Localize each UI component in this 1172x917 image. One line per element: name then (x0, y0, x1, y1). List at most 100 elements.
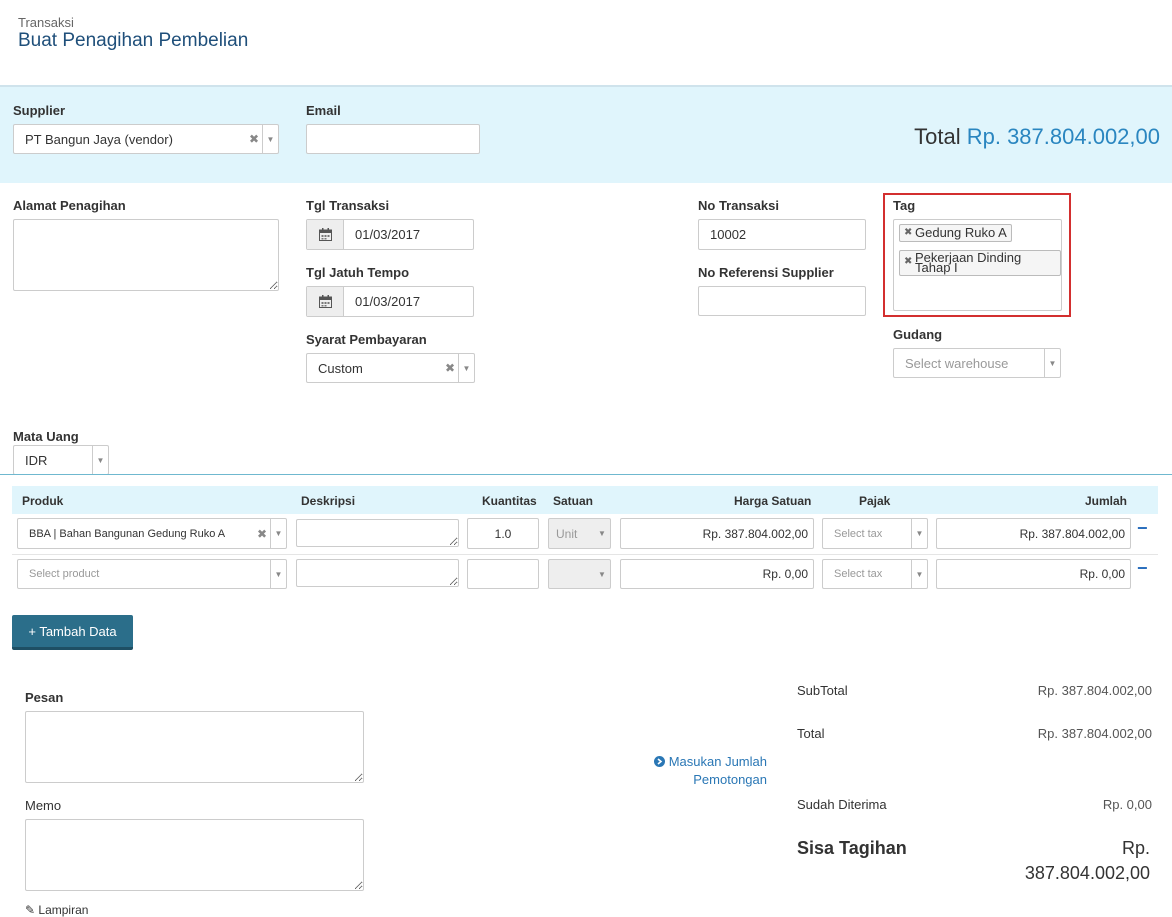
product-placeholder: Select product (29, 568, 100, 580)
chevron-down-icon[interactable]: ▼ (911, 519, 927, 548)
syarat-select[interactable]: Custom ✖ ▼ (306, 353, 475, 383)
calendar-icon[interactable] (307, 220, 344, 249)
breadcrumb: Transaksi (18, 15, 74, 30)
harga-field[interactable]: Rp. 0,00 (620, 559, 814, 589)
total-display: Total Rp. 387.804.002,00 (914, 124, 1160, 150)
tgl-transaksi-label: Tgl Transaksi (306, 198, 390, 213)
sisa-value-currency: Rp. (1121, 838, 1150, 858)
pemotongan-line2: Pemotongan (693, 772, 767, 787)
page-title: Buat Penagihan Pembelian (18, 30, 249, 51)
email-field[interactable] (306, 124, 480, 154)
email-label: Email (306, 103, 341, 118)
pemotongan-link[interactable]: Masukan Jumlah Pemotongan (654, 753, 767, 789)
col-pajak: Pajak (859, 494, 891, 508)
pajak-placeholder: Select tax (834, 527, 883, 540)
harga-field[interactable]: Rp. 387.804.002,00 (620, 518, 814, 549)
col-produk: Produk (22, 494, 64, 508)
alamat-textarea[interactable] (13, 219, 279, 291)
remove-row-button[interactable]: − (1137, 558, 1148, 579)
paperclip-icon: ✎ (25, 903, 36, 917)
summary-total-label: Total (797, 726, 825, 741)
supplier-label: Supplier (13, 103, 66, 118)
tgl-transaksi-value: 01/03/2017 (355, 227, 421, 242)
chevron-down-icon[interactable]: ▼ (262, 125, 278, 153)
sisa-tagihan-label: Sisa Tagihan (797, 838, 907, 858)
sudah-diterima-label: Sudah Diterima (797, 797, 887, 812)
kuantitas-field[interactable]: 1.0 (467, 518, 539, 549)
mata-uang-value: IDR (25, 452, 48, 468)
pemotongan-line1: Masukan Jumlah (668, 754, 767, 769)
no-transaksi-label: No Transaksi (698, 198, 779, 213)
chevron-down-icon[interactable]: ▼ (1044, 349, 1060, 377)
lampiran-link[interactable]: ✎ Lampiran (25, 903, 88, 917)
supplier-value: PT Bangun Jaya (vendor) (25, 131, 173, 147)
jumlah-field[interactable]: Rp. 387.804.002,00 (936, 518, 1131, 549)
mata-uang-label: Mata Uang (13, 429, 79, 444)
deskripsi-textarea[interactable] (296, 559, 459, 587)
pajak-placeholder: Select tax (834, 568, 883, 580)
clear-icon[interactable]: ✖ (254, 527, 270, 541)
satuan-select[interactable]: ▼ (548, 559, 611, 589)
no-referensi-label: No Referensi Supplier (698, 265, 834, 280)
remove-row-button[interactable]: − (1137, 518, 1148, 539)
product-select[interactable]: Select product ▼ (17, 559, 287, 589)
tag-chip-label: Gedung Ruko A (915, 225, 1007, 240)
sisa-tagihan-value: Rp. 387.804.002,00 (1025, 836, 1150, 886)
tag-label: Tag (893, 198, 916, 213)
chevron-down-icon[interactable]: ▼ (92, 446, 108, 474)
jumlah-field[interactable]: Rp. 0,00 (936, 559, 1131, 589)
gudang-placeholder: Select warehouse (905, 355, 1009, 371)
tag-chip[interactable]: ✖ Pekerjaan Dinding Tahap I (899, 250, 1061, 276)
summary-total-value: Rp. 387.804.002,00 (1037, 726, 1152, 741)
col-jumlah: Jumlah (1085, 494, 1128, 508)
pesan-textarea[interactable] (25, 711, 364, 783)
col-deskripsi: Deskripsi (301, 494, 356, 508)
remove-tag-icon[interactable]: ✖ (904, 227, 912, 239)
alamat-label: Alamat Penagihan (13, 198, 126, 213)
pesan-label: Pesan (25, 690, 64, 705)
chevron-down-icon[interactable]: ▼ (594, 519, 610, 548)
satuan-select[interactable]: Unit ▼ (548, 518, 611, 549)
chevron-down-icon[interactable]: ▼ (911, 560, 927, 588)
supplier-select[interactable]: PT Bangun Jaya (vendor) ✖ ▼ (13, 124, 279, 154)
total-value: Rp. 387.804.002,00 (966, 124, 1160, 149)
mata-uang-select[interactable]: IDR ▼ (13, 445, 109, 475)
tgl-jatuh-tempo-field[interactable]: 01/03/2017 (306, 286, 474, 317)
row-divider (12, 554, 1158, 555)
chevron-down-icon[interactable]: ▼ (594, 560, 610, 588)
sudah-diterima-value: Rp. 0,00 (1102, 797, 1152, 812)
syarat-label: Syarat Pembayaran (306, 332, 427, 347)
sisa-value-amount: 387.804.002,00 (1024, 863, 1150, 883)
total-label: Total (914, 124, 961, 149)
gudang-select[interactable]: Select warehouse ▼ (893, 348, 1061, 378)
subtotal-value: Rp. 387.804.002,00 (1037, 683, 1152, 698)
col-harga: Harga Satuan (734, 494, 812, 508)
chevron-down-icon[interactable]: ▼ (270, 560, 286, 588)
chevron-right-circle-icon (654, 754, 666, 769)
chevron-down-icon[interactable]: ▼ (458, 354, 474, 382)
no-transaksi-field[interactable]: 10002 (698, 219, 866, 250)
chevron-down-icon[interactable]: ▼ (270, 519, 286, 548)
col-satuan: Satuan (553, 494, 594, 508)
clear-icon[interactable]: ✖ (442, 361, 458, 375)
subtotal-label: SubTotal (797, 683, 848, 698)
remove-tag-icon[interactable]: ✖ (904, 257, 912, 267)
satuan-value: Unit (556, 526, 578, 541)
col-kuantitas: Kuantitas (482, 494, 537, 508)
clear-icon[interactable]: ✖ (246, 132, 262, 146)
syarat-value: Custom (318, 360, 363, 376)
pajak-select[interactable]: Select tax ▼ (822, 559, 928, 589)
no-referensi-field[interactable] (698, 286, 866, 316)
memo-textarea[interactable] (25, 819, 364, 891)
tgl-transaksi-field[interactable]: 01/03/2017 (306, 219, 474, 250)
deskripsi-textarea[interactable] (296, 519, 459, 547)
pajak-select[interactable]: Select tax ▼ (822, 518, 928, 549)
tambah-data-button[interactable]: + Tambah Data (12, 615, 133, 650)
calendar-icon[interactable] (307, 287, 344, 316)
kuantitas-field[interactable] (467, 559, 539, 589)
tag-chip[interactable]: ✖ Gedung Ruko A (899, 224, 1012, 242)
lampiran-label: Lampiran (38, 903, 89, 917)
product-select[interactable]: BBA | Bahan Bangunan Gedung Ruko A ✖ ▼ (17, 518, 287, 549)
tag-multiselect[interactable]: ✖ Gedung Ruko A ✖ Pekerjaan Dinding Taha… (893, 219, 1062, 311)
tgl-jatuh-tempo-value: 01/03/2017 (355, 294, 421, 309)
